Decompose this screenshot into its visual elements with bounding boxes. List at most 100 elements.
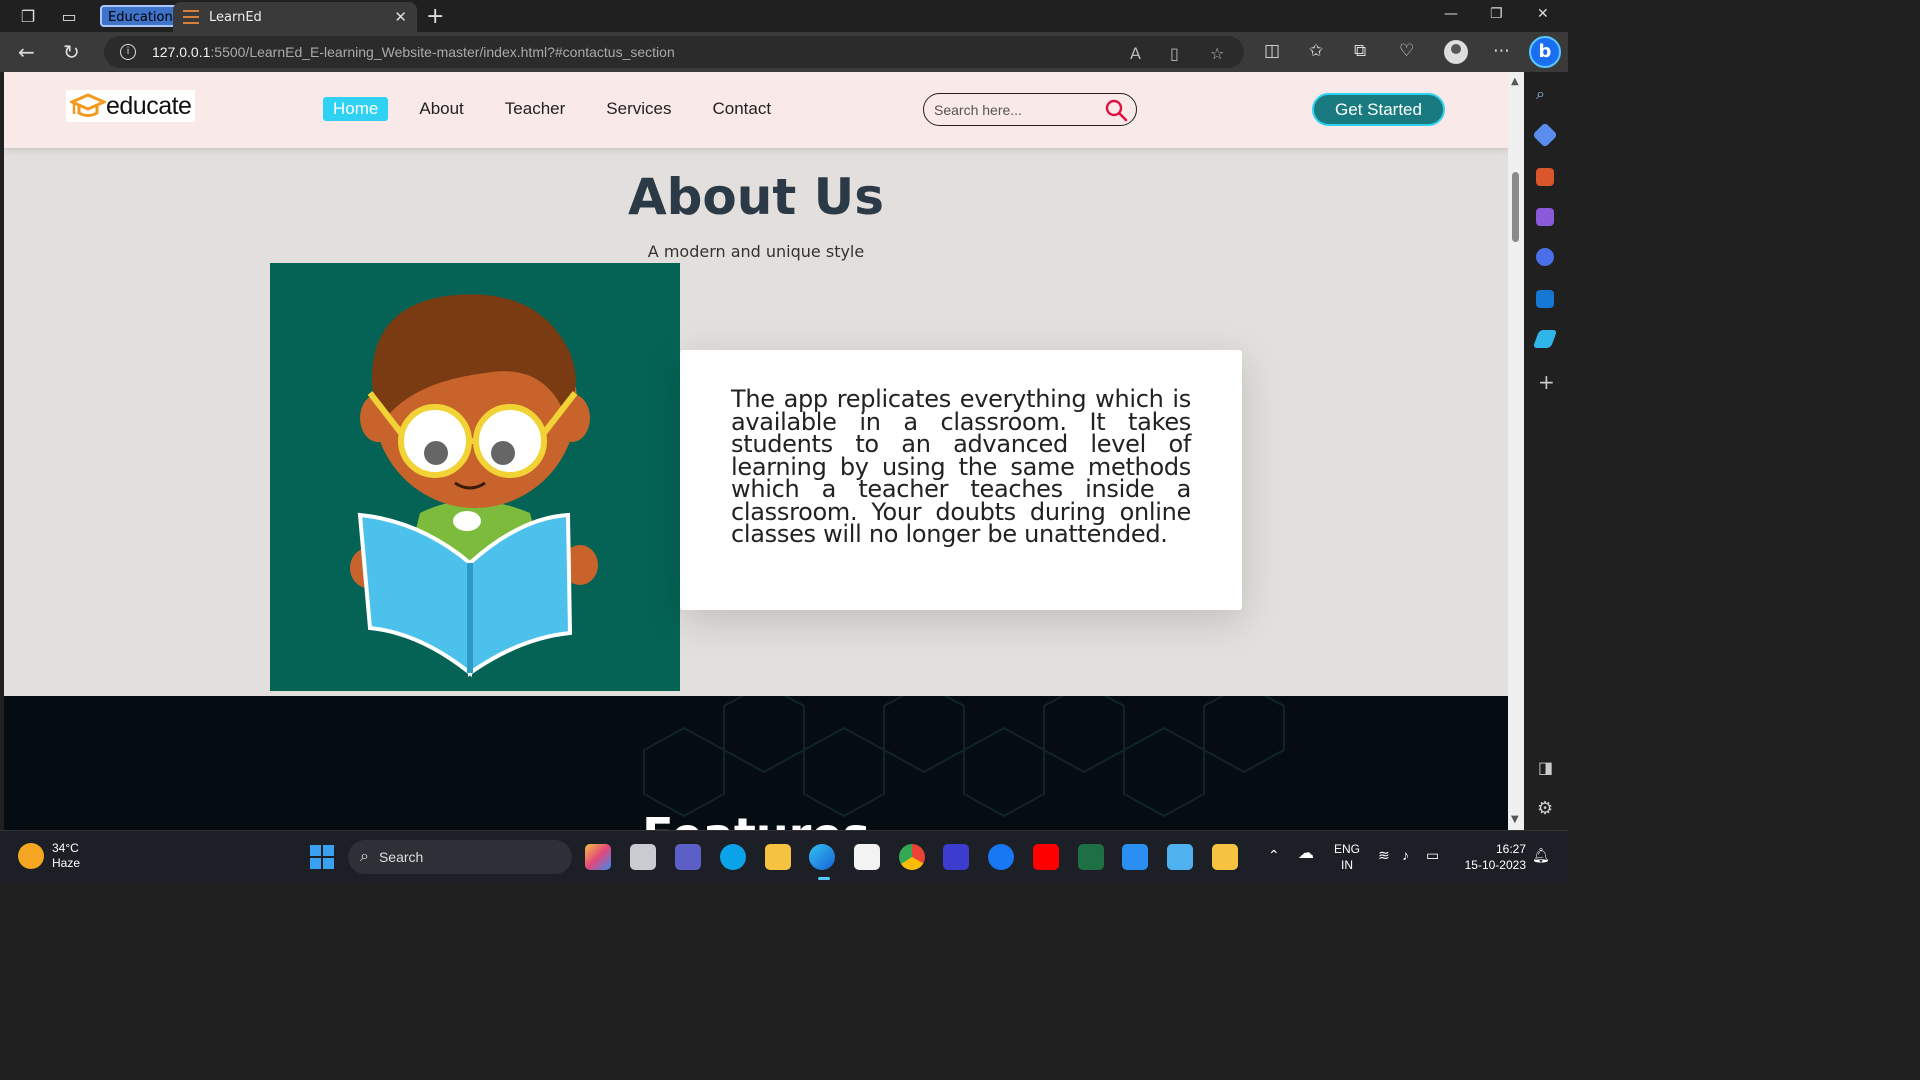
edge-sidebar: ⌕ + ◨ ⚙ [1524, 72, 1568, 830]
clock[interactable]: 16:27 15-10-2023 [1460, 841, 1526, 873]
language-indicator[interactable]: ENG IN [1334, 841, 1360, 873]
back-icon[interactable]: ← [18, 40, 35, 64]
read-aloud-icon[interactable]: A [1130, 44, 1141, 63]
shopping-tag-icon[interactable] [1532, 122, 1558, 148]
taskbar-search[interactable]: ⌕ Search [348, 840, 572, 874]
clock-time: 16:27 [1495, 842, 1526, 856]
show-hidden-icons[interactable]: ⌃ [1268, 847, 1280, 863]
wifi-icon[interactable]: ≋ [1378, 847, 1390, 863]
page-viewport: educate Home About Teacher Services Cont… [4, 72, 1508, 830]
nav-about[interactable]: About [409, 97, 473, 121]
sidebar-search-icon[interactable]: ⌕ [1536, 84, 1545, 104]
outlook-icon[interactable] [1536, 290, 1554, 308]
weather-desc: Haze [52, 856, 81, 870]
sidebar-settings-icon[interactable]: ⚙ [1537, 798, 1553, 819]
scroll-down-icon[interactable]: ▼ [1511, 814, 1519, 825]
haze-sun-icon [18, 843, 44, 869]
favorites-icon[interactable]: ✩ [1309, 41, 1323, 61]
taskbar-search-icon: ⌕ [360, 848, 369, 865]
site-logo[interactable]: educate [66, 90, 196, 122]
nav-services[interactable]: Services [596, 97, 681, 121]
graduation-cap-icon [70, 93, 106, 117]
browser-toolbar: ← ↻ i 127.0.0.1:5500/LearnEd_E-learning_… [0, 32, 1568, 72]
about-title: About Us [627, 168, 885, 226]
logo-text: educate [106, 91, 192, 120]
about-subtitle: A modern and unique style [647, 242, 865, 261]
math-app-icon[interactable] [943, 844, 969, 870]
close-window-icon[interactable]: ✕ [1537, 6, 1549, 22]
page-scrollbar[interactable]: ▲ ▼ [1508, 72, 1524, 830]
games-icon[interactable] [1536, 208, 1554, 226]
chrome-icon[interactable] [899, 844, 925, 870]
copilot-pre-app-icon[interactable] [585, 844, 611, 870]
restore-icon[interactable]: ❐ [1490, 6, 1503, 22]
browser-essentials-icon[interactable]: ♡ [1399, 41, 1414, 61]
language-top: ENG [1334, 842, 1361, 856]
vscode-icon[interactable] [1122, 844, 1148, 870]
more-options-icon[interactable]: ⋯ [1493, 41, 1510, 61]
notepad-icon[interactable] [1167, 844, 1193, 870]
site-search [923, 93, 1137, 126]
student-reading-illustration [270, 263, 680, 691]
edge-running-indicator [818, 877, 830, 880]
windows-taskbar: 34°C Haze ⌕ Search ⌃ ☁ ENG IN ≋ ♪ ▭ 16:2… [0, 830, 1568, 882]
refresh-icon[interactable]: ↻ [63, 40, 80, 64]
features-section: Features [4, 696, 1508, 830]
nav-contact[interactable]: Contact [702, 97, 781, 121]
start-button[interactable] [310, 845, 334, 869]
browser-tab-strip: ❐ ▭ Education LearnEd ✕ + — ❐ ✕ [0, 0, 1568, 32]
about-text-card: The app replicates everything which is a… [680, 350, 1242, 610]
file-manager-icon[interactable] [1212, 844, 1238, 870]
teams-icon[interactable] [675, 844, 701, 870]
copilot-icon[interactable]: b [1529, 36, 1561, 68]
tab-group-education[interactable]: Education [100, 5, 181, 27]
scroll-up-icon[interactable]: ▲ [1511, 76, 1519, 87]
workspaces-icon[interactable]: ❐ [16, 4, 40, 28]
hide-sidebar-icon[interactable]: ◨ [1538, 758, 1553, 777]
nav-teacher[interactable]: Teacher [495, 97, 575, 121]
nav-home[interactable]: Home [323, 97, 389, 121]
search-input[interactable] [934, 101, 1094, 118]
youtube-icon[interactable] [1033, 844, 1059, 870]
scrollbar-thumb[interactable] [1512, 172, 1519, 242]
about-body: The app replicates everything which is a… [731, 385, 1191, 548]
volume-icon[interactable]: ♪ [1402, 847, 1409, 863]
clock-date: 15-10-2023 [1464, 858, 1526, 872]
weather-widget[interactable]: 34°C Haze [18, 841, 80, 871]
split-screen-icon[interactable]: ◫ [1264, 41, 1280, 61]
close-tab-icon[interactable]: ✕ [394, 8, 407, 26]
onedrive-icon[interactable]: ☁ [1298, 846, 1314, 862]
site-info-icon[interactable]: i [120, 44, 136, 60]
search-icon[interactable] [1104, 98, 1128, 122]
office-icon[interactable] [1536, 248, 1554, 266]
taskbar-search-label: Search [378, 849, 424, 865]
facebook-icon[interactable] [988, 844, 1014, 870]
features-title: Features [4, 808, 1508, 830]
site-header: educate Home About Teacher Services Cont… [4, 72, 1508, 148]
tab-title: LearnEd [209, 9, 262, 25]
microsoft-store-icon[interactable] [854, 844, 880, 870]
drop-icon[interactable] [1532, 330, 1558, 348]
add-sidebar-app-icon[interactable]: + [1538, 370, 1555, 394]
student-reading-icon [350, 294, 598, 678]
get-started-button[interactable]: Get Started [1312, 93, 1445, 126]
tab-learned[interactable]: LearnEd ✕ [173, 2, 417, 32]
site-favicon-icon [183, 10, 199, 24]
favorite-star-icon[interactable]: ☆ [1210, 44, 1224, 63]
task-view-icon[interactable] [630, 844, 656, 870]
immersive-reader-icon[interactable]: ▯ [1170, 44, 1179, 63]
minimize-icon[interactable]: — [1444, 6, 1458, 22]
skype-icon[interactable] [720, 844, 746, 870]
new-tab-icon[interactable]: + [426, 4, 444, 29]
notification-bell-icon[interactable]: 🔔︎ [1532, 847, 1550, 863]
tab-actions-icon[interactable]: ▭ [57, 4, 81, 28]
excel-icon[interactable] [1078, 844, 1104, 870]
tools-icon[interactable] [1536, 168, 1554, 186]
address-bar[interactable]: i 127.0.0.1:5500/LearnEd_E-learning_Webs… [104, 36, 1244, 68]
collections-icon[interactable]: ⧉ [1354, 41, 1366, 61]
battery-icon[interactable]: ▭ [1426, 847, 1439, 863]
weather-temp: 34°C [52, 841, 79, 855]
profile-avatar[interactable] [1444, 40, 1468, 64]
file-explorer-icon[interactable] [765, 844, 791, 870]
edge-icon[interactable] [809, 844, 835, 870]
